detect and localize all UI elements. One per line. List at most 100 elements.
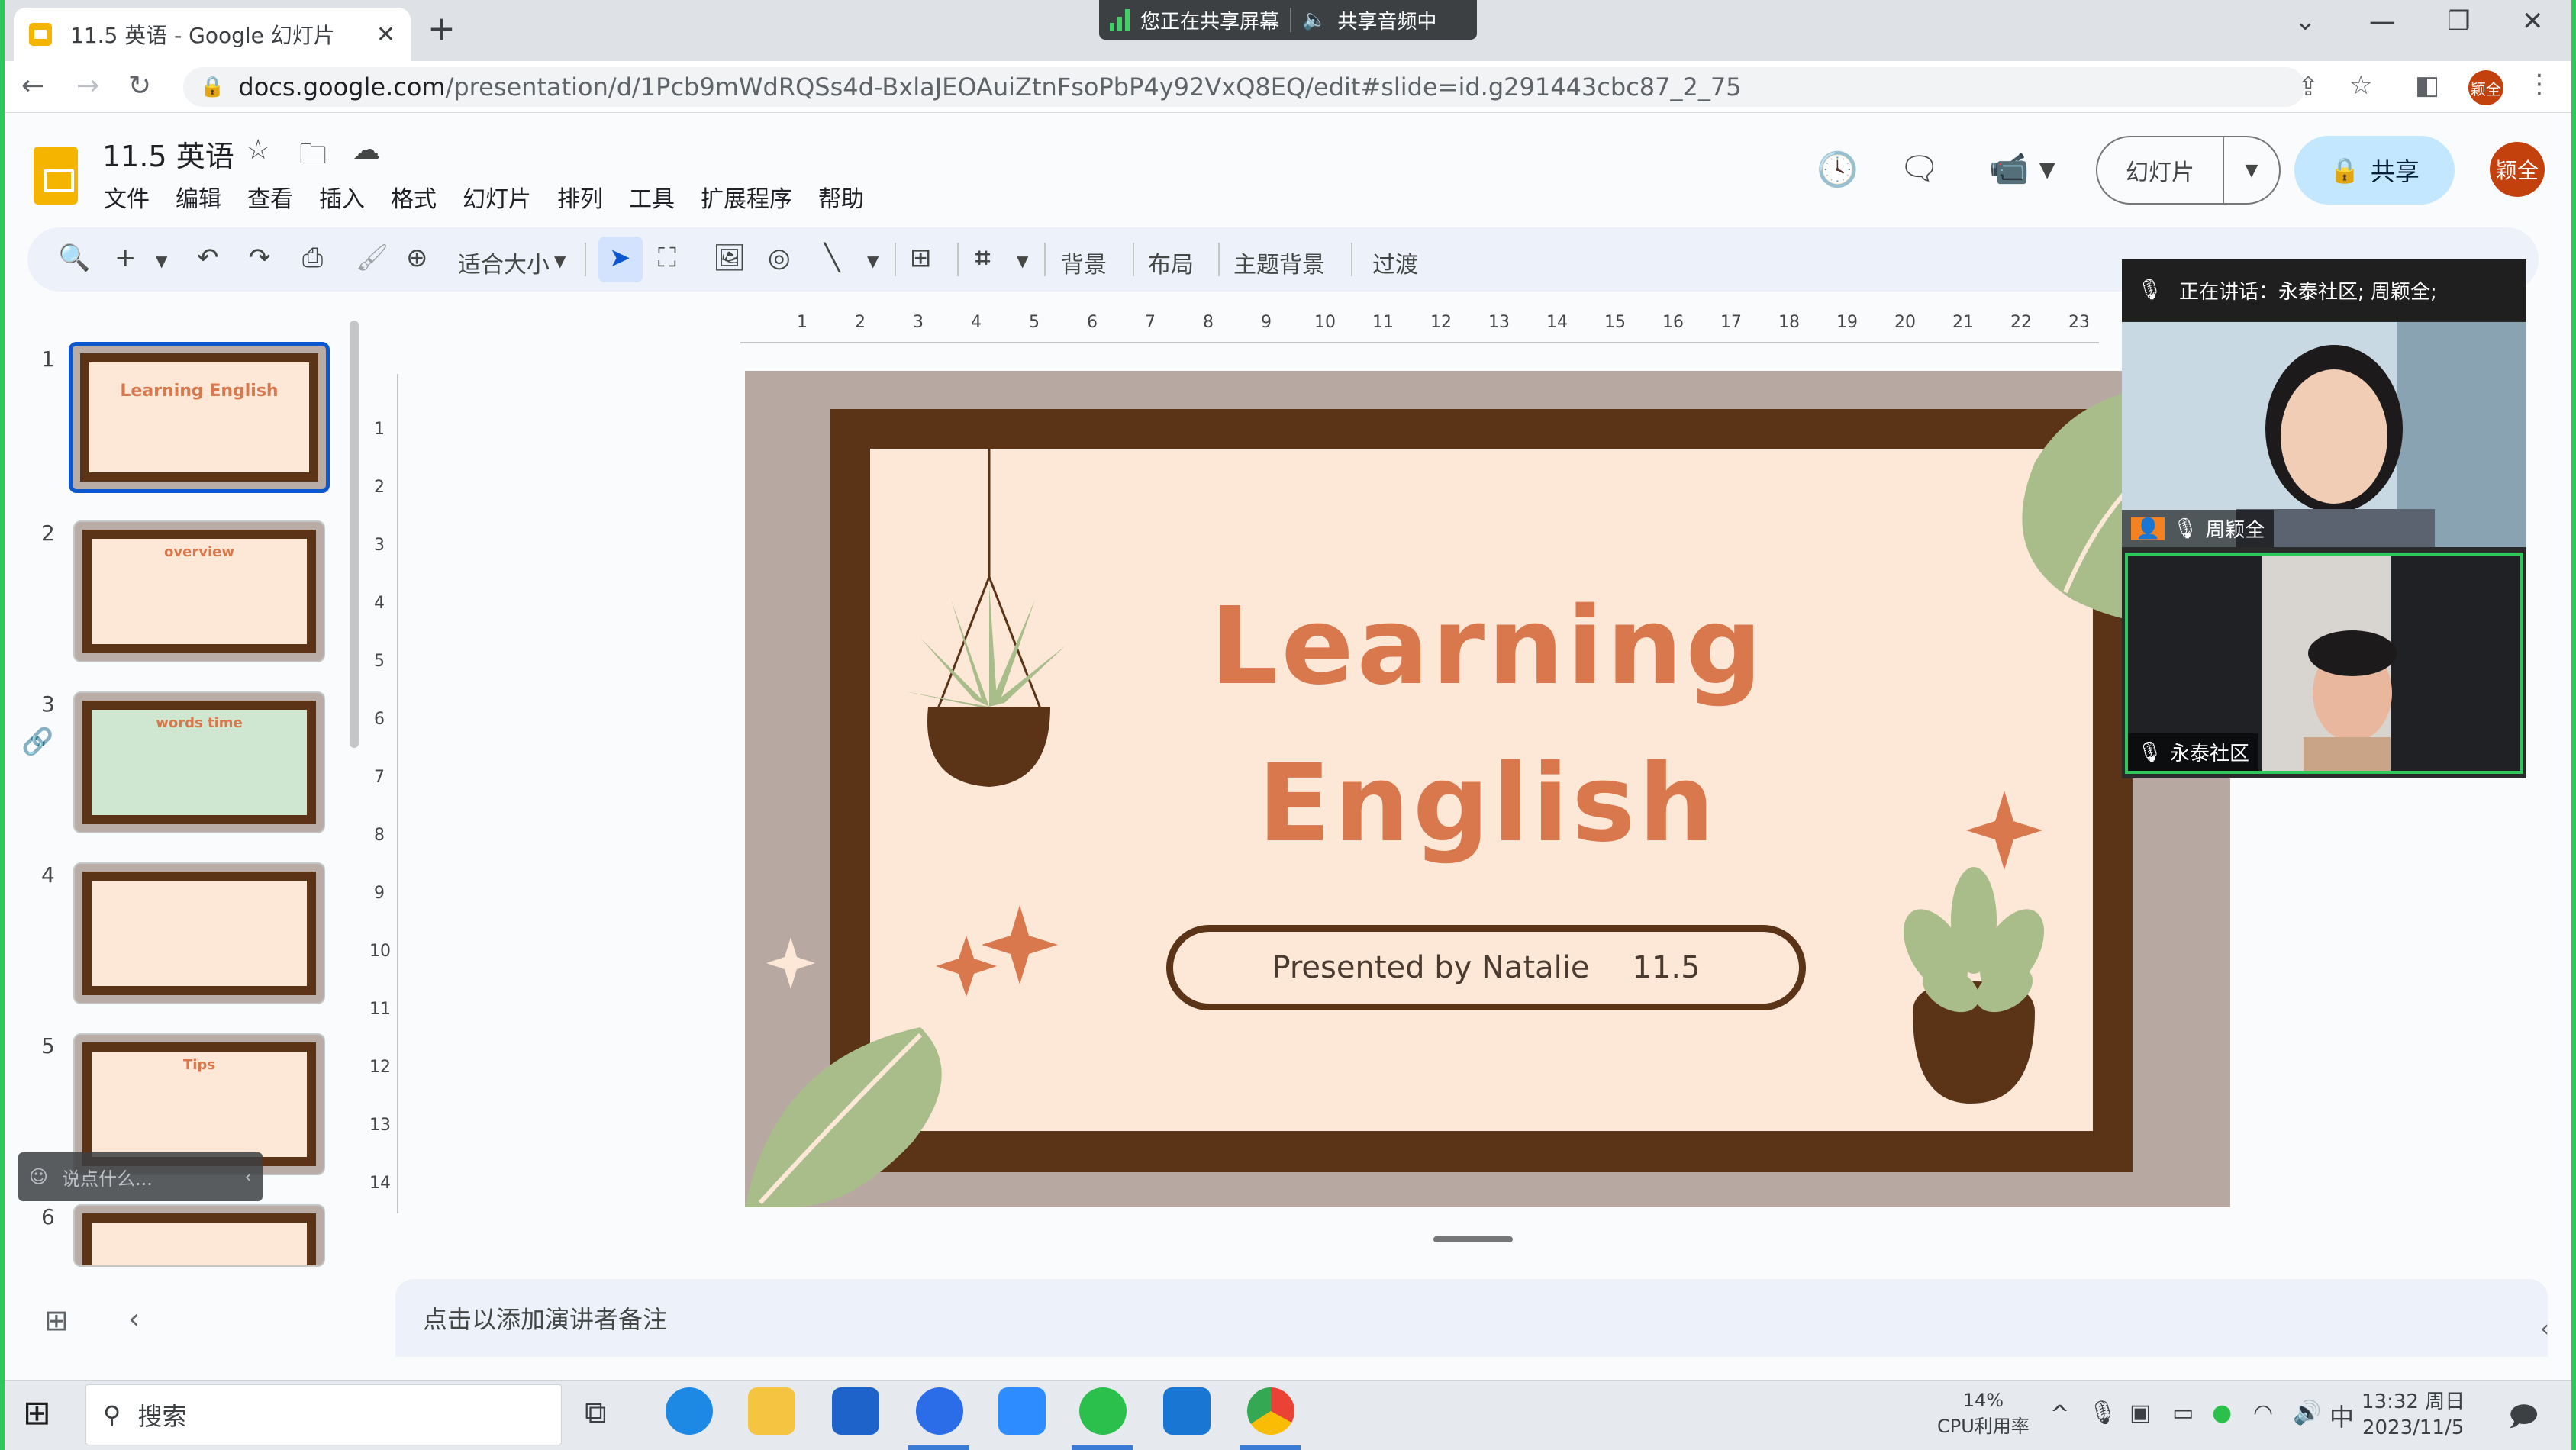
- zoom-app-icon[interactable]: [916, 1387, 963, 1435]
- tab-search-chevron-icon[interactable]: ⌄: [2294, 6, 2316, 37]
- shape-icon[interactable]: ◎: [768, 243, 791, 273]
- slide-title-line1[interactable]: Learning: [745, 585, 2230, 709]
- meeting-chat-popup[interactable]: ☺ 说点什么... ‹: [18, 1152, 263, 1201]
- new-tab-button[interactable]: +: [427, 9, 456, 48]
- battery-icon[interactable]: ▭: [2172, 1400, 2194, 1426]
- taskbar-clock[interactable]: 13:32 周日 2023/11/5: [2362, 1389, 2465, 1441]
- slide-thumbnail-3[interactable]: words time: [73, 691, 325, 833]
- notification-icon[interactable]: 🗩: [2508, 1397, 2539, 1443]
- zoom-icon[interactable]: ⊕: [406, 243, 428, 273]
- tray-expand-icon[interactable]: ^: [2050, 1401, 2069, 1428]
- align-icon[interactable]: ⌗: [975, 243, 990, 273]
- move-folder-icon[interactable]: 🗀: [299, 134, 327, 181]
- meet-camera-icon[interactable]: 📹 ▾: [1989, 150, 2055, 188]
- cpu-usage-widget[interactable]: 14% CPU利用率: [1937, 1387, 2030, 1439]
- back-arrow-icon[interactable]: ←: [21, 70, 44, 102]
- ime-indicator[interactable]: 中: [2329, 1398, 2354, 1433]
- tray-screen-icon[interactable]: ▣: [2129, 1400, 2151, 1426]
- menu-edit[interactable]: 编辑: [176, 180, 221, 214]
- new-slide-icon[interactable]: +: [114, 243, 137, 273]
- filmstrip-scrollbar[interactable]: [350, 321, 359, 748]
- screen-share-banner[interactable]: 您正在共享屏幕 🔈 共享音频中: [1099, 0, 1477, 40]
- menu-help[interactable]: 帮助: [818, 180, 864, 214]
- participant-video-2[interactable]: 🎙 永泰社区: [2125, 553, 2523, 774]
- windows-start-icon[interactable]: ⊞: [23, 1394, 51, 1432]
- meeting-video-panel[interactable]: 🎙 正在讲话：永泰社区; 周颖全; 👤 🎙 周颖全 🎙 永泰社区: [2122, 259, 2526, 778]
- line-icon[interactable]: ╲: [824, 243, 840, 273]
- line-dropdown-icon[interactable]: ▼: [867, 252, 879, 270]
- restore-icon[interactable]: ❐: [2447, 6, 2470, 37]
- menu-tools[interactable]: 工具: [629, 180, 675, 214]
- layout-button[interactable]: 布局: [1148, 246, 1194, 279]
- background-button[interactable]: 背景: [1061, 246, 1107, 279]
- slideshow-label[interactable]: 幻灯片: [2097, 137, 2224, 203]
- chrome-icon[interactable]: [1247, 1387, 1294, 1435]
- redo-icon[interactable]: ↷: [249, 243, 271, 273]
- edge-icon[interactable]: [666, 1387, 713, 1435]
- comments-icon[interactable]: 🗨: [1899, 150, 1939, 188]
- menu-insert[interactable]: 插入: [319, 180, 365, 214]
- text-box-icon[interactable]: ⛶: [658, 243, 676, 273]
- align-dropdown-icon[interactable]: ▼: [1017, 252, 1028, 270]
- slide-thumbnail-6[interactable]: [73, 1204, 325, 1267]
- slideshow-button[interactable]: 幻灯片 ▼: [2096, 136, 2281, 205]
- file-explorer-icon[interactable]: [748, 1387, 795, 1435]
- mail-icon[interactable]: [832, 1387, 879, 1435]
- wechat-icon[interactable]: [1079, 1387, 1127, 1435]
- notes-resize-handle[interactable]: [1433, 1236, 1513, 1242]
- chat-input[interactable]: 说点什么...: [62, 1164, 231, 1191]
- zoom-select[interactable]: 适合大小: [458, 246, 550, 279]
- image-icon[interactable]: 🖼: [713, 243, 746, 273]
- search-menus-icon[interactable]: 🔍: [58, 243, 90, 273]
- theme-button[interactable]: 主题背景: [1233, 246, 1325, 279]
- transition-button[interactable]: 过渡: [1372, 246, 1418, 279]
- comment-add-icon[interactable]: ⊞: [910, 243, 932, 273]
- menu-extensions[interactable]: 扩展程序: [701, 180, 792, 214]
- zoom-dropdown-icon[interactable]: ▼: [554, 252, 566, 270]
- current-slide[interactable]: Learning English Presented by Natalie 11…: [745, 371, 2230, 1207]
- wifi-icon[interactable]: ◠: [2253, 1400, 2273, 1426]
- browser-profile-avatar[interactable]: 颖全: [2468, 70, 2503, 105]
- browser-menu-icon[interactable]: ⋮: [2526, 69, 2552, 99]
- slide-thumbnail-4[interactable]: [73, 862, 325, 1004]
- link-icon[interactable]: 🔗: [21, 727, 53, 757]
- menu-view[interactable]: 查看: [247, 180, 293, 214]
- menu-arrange[interactable]: 排列: [557, 180, 603, 214]
- tab-close-icon[interactable]: ✕: [376, 21, 395, 48]
- tray-mic-icon[interactable]: 🎙: [2088, 1400, 2117, 1426]
- collapse-chat-icon[interactable]: ‹: [244, 1166, 252, 1187]
- slide-title-line2[interactable]: English: [745, 742, 2230, 866]
- slides-logo-icon[interactable]: [34, 147, 78, 205]
- side-panel-icon[interactable]: ◧: [2415, 70, 2439, 101]
- emoji-icon[interactable]: ☺: [29, 1166, 48, 1187]
- account-avatar[interactable]: 颖全: [2490, 142, 2545, 197]
- browser-tab[interactable]: 11.5 英语 - Google 幻灯片 ✕: [14, 8, 411, 61]
- tray-app-icon[interactable]: ●: [2212, 1400, 2232, 1426]
- version-history-icon[interactable]: 🕓: [1817, 150, 1859, 189]
- taskbar-search-input[interactable]: ⚲ 搜索: [85, 1384, 562, 1445]
- menu-format[interactable]: 格式: [391, 180, 437, 214]
- share-page-icon[interactable]: ⇪: [2297, 72, 2320, 102]
- paint-format-icon[interactable]: 🖌: [356, 243, 388, 273]
- presenter-pill[interactable]: Presented by Natalie 11.5: [1166, 925, 1806, 1010]
- menu-file[interactable]: 文件: [104, 180, 150, 214]
- slideshow-dropdown-icon[interactable]: ▼: [2224, 161, 2279, 180]
- star-icon[interactable]: ☆: [246, 134, 270, 166]
- menu-slide[interactable]: 幻灯片: [463, 180, 531, 214]
- speaker-notes[interactable]: 点击以添加演讲者备注: [395, 1279, 2548, 1357]
- grid-view-icon[interactable]: ⊞: [44, 1303, 69, 1337]
- bookmark-star-icon[interactable]: ☆: [2349, 70, 2372, 101]
- volume-icon[interactable]: 🔊: [2293, 1400, 2321, 1426]
- side-panel-toggle-icon[interactable]: ‹: [2540, 1316, 2549, 1342]
- window-close-icon[interactable]: ✕: [2522, 6, 2544, 37]
- print-icon[interactable]: ⎙: [302, 243, 323, 273]
- feishu-icon[interactable]: [998, 1387, 1046, 1435]
- minimize-icon[interactable]: —: [2369, 6, 2395, 37]
- url-input[interactable]: 🔒 docs.google.com /presentation/d/1Pcb9m…: [183, 67, 2305, 107]
- forward-arrow-icon[interactable]: →: [76, 70, 99, 102]
- slide-thumbnail-1[interactable]: Learning English: [69, 342, 330, 493]
- slide-thumbnail-2[interactable]: overview: [73, 520, 325, 662]
- share-button[interactable]: 🔒 共享: [2294, 136, 2455, 205]
- meeting-app-icon[interactable]: [1163, 1387, 1211, 1435]
- participant-video-1[interactable]: 👤 🎙 周颖全: [2122, 322, 2526, 547]
